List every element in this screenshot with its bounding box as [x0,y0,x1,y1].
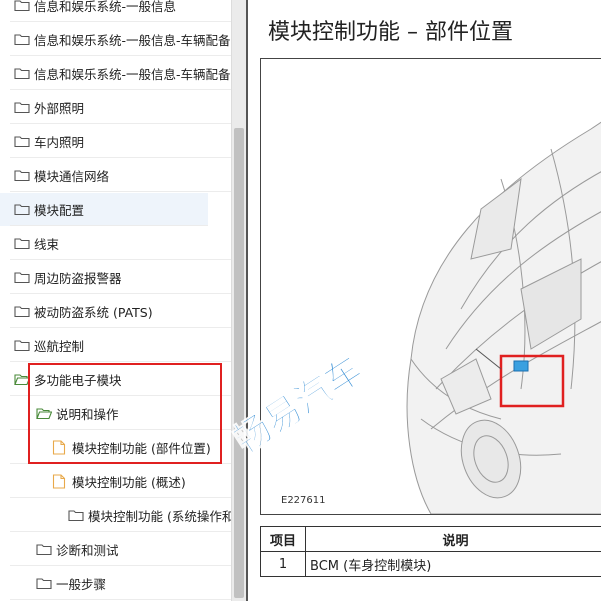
tree-item-label: 信息和娱乐系统-一般信息-车辆配备 [34,67,231,82]
folder-icon [14,305,30,318]
tree-item-divider [10,599,231,600]
tree-item-divider [10,395,231,396]
folder-icon [14,203,30,216]
folder-open-icon [14,373,30,386]
folder-icon [14,101,30,114]
sidebar-scrollbar[interactable] [231,0,246,601]
tree-item-label: 多功能电子模块 [34,373,122,388]
tree-item-divider [10,463,231,464]
tree-item-divider [10,327,231,328]
tree-item[interactable]: 一般步骤 [0,567,231,600]
tree-item-label: 模块通信网络 [34,169,110,184]
tree-item-label: 模块控制功能 (概述) [72,475,186,490]
sidebar-tree: 信息和娱乐系统-一般信息信息和娱乐系统-一般信息-车辆配备 信息和娱乐系统-一般信… [0,0,231,601]
tree-item[interactable]: 说明和操作 [0,397,231,430]
tree-item-label: 说明和操作 [56,407,119,422]
tree-item-divider [10,531,231,532]
tree-item-divider [10,429,231,430]
table-cell-item: 1 [260,551,306,577]
tree-item-divider [10,497,231,498]
tree-item-divider [10,89,231,90]
tree-item-label: 被动防盗系统 (PATS) [34,305,153,320]
tree-item[interactable]: 模块控制功能 (部件位置) [0,431,231,464]
tree-item[interactable]: 信息和娱乐系统-一般信息-车辆配备 [0,57,231,90]
tree-item[interactable]: 模块控制功能 (系统操作和 [0,499,231,532]
folder-icon [14,33,30,46]
tree-item[interactable]: 车内照明 [0,125,231,158]
tree-item[interactable]: 模块配置 [0,193,208,226]
figure-code: E227611 [281,495,326,506]
folder-icon [36,543,52,556]
folder-icon [14,135,30,148]
tree-item-divider [10,225,208,226]
vehicle-illustration: E227611 [260,58,601,515]
tree-item-label: 模块配置 [34,203,85,218]
tree-item-label: 巡航控制 [34,339,85,354]
tree-item-label: 诊断和测试 [56,543,119,558]
tree-item-label: 周边防盗报警器 [34,271,122,286]
tree-item-label: 线束 [34,237,60,252]
scrollbar-thumb[interactable] [234,128,244,598]
tree-item[interactable]: 信息和娱乐系统-一般信息 [0,0,231,22]
table-header-item: 项目 [260,526,306,552]
folder-icon [14,0,30,12]
folder-icon [14,169,30,182]
tree-item[interactable]: 被动防盗系统 (PATS) [0,295,231,328]
tree-item-label: 信息和娱乐系统-一般信息 [34,0,177,14]
tree-item-label: 外部照明 [34,101,85,116]
tree-item[interactable]: 外部照明 [0,91,231,124]
vehicle-drawing [406,121,601,514]
folder-icon [14,271,30,284]
tree-item-divider [10,565,231,566]
tree-item-divider [10,191,231,192]
tree-item[interactable]: 模块通信网络 [0,159,231,192]
tree-item[interactable]: 诊断和测试 [0,533,231,566]
folder-icon [14,339,30,352]
folder-open-icon [36,407,52,420]
folder-icon [36,577,52,590]
content-pane: 模块控制功能 – 部件位置 E227611 项目 说明 1 BCM (车身控制模… [246,0,601,601]
tree-item-divider [10,361,231,362]
folder-icon [68,509,84,522]
tree-item-label: 模块控制功能 (系统操作和 [88,509,231,524]
table-row: 1 BCM (车身控制模块) [260,551,601,577]
folder-icon [14,67,30,80]
tree-item-divider [10,21,231,22]
tree-item-label: 信息和娱乐系统-一般信息-车辆配备 [34,33,231,48]
tree-item[interactable]: 多功能电子模块 [0,363,231,396]
folder-icon [14,237,30,250]
table-header-description: 说明 [305,526,601,552]
tree-item[interactable]: 周边防盗报警器 [0,261,231,294]
tree-item[interactable]: 巡航控制 [0,329,231,362]
document-icon [52,474,68,489]
tree-item[interactable]: 模块控制功能 (概述) [0,465,231,498]
tree-item[interactable]: 信息和娱乐系统-一般信息-车辆配备 [0,23,231,56]
page-title: 模块控制功能 – 部件位置 [268,20,513,45]
tree-item-label: 模块控制功能 (部件位置) [72,441,211,456]
table-cell-description: BCM (车身控制模块) [305,551,601,577]
tree-item-label: 车内照明 [34,135,85,150]
items-table: 项目 说明 1 BCM (车身控制模块) [260,526,601,577]
tree-item-divider [10,123,231,124]
tree-item-divider [10,259,231,260]
tree-item-divider [10,157,231,158]
tree-item-label: 一般步骤 [56,577,107,592]
tree-item-divider [10,55,231,56]
tree-item[interactable]: 线束 [0,227,231,260]
document-icon [52,440,68,455]
tree-item-divider [10,293,231,294]
